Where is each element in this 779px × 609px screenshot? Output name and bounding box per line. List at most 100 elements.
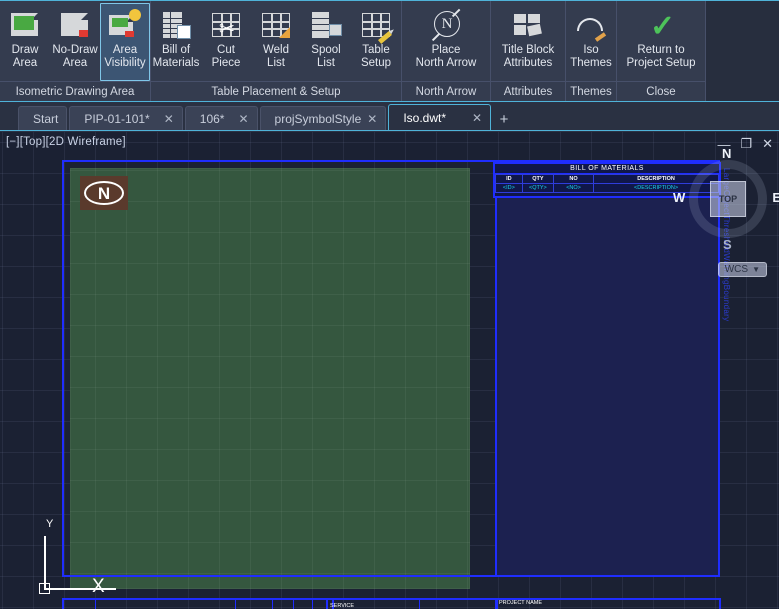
compass-north-label: N [722, 146, 732, 161]
tab-close-icon[interactable]: ✕ [367, 112, 377, 126]
return-to-project-setup-button[interactable]: ✓ Return to Project Setup [617, 3, 705, 81]
tab-iso-dwt[interactable]: Iso.dwt* ✕ [388, 104, 492, 130]
no-draw-area-label: No-Draw Area [52, 44, 98, 69]
place-north-arrow-label: Place North Arrow [415, 44, 477, 69]
close-icon[interactable]: ✕ [762, 136, 773, 152]
tab-label: projSymbolStyle [274, 111, 362, 126]
title-block-attributes-icon [511, 8, 545, 42]
bom-cell-qty: <QTY> [521, 183, 554, 193]
ribbon-panel-body: Iso Themes [566, 1, 616, 81]
compass-west-label: W [673, 190, 686, 205]
ribbon-empty-area [706, 1, 779, 101]
title-block-table[interactable]: PROJECT NAME TITLE DRAWING NUMBER LINE N… [495, 598, 721, 609]
title-block-row-project: PROJECT NAME [497, 600, 719, 609]
area-visibility-button[interactable]: Area Visibility [100, 3, 150, 81]
tab-label: PIP-01-101* [84, 111, 150, 126]
iso-themes-icon [574, 8, 608, 42]
title-block-attributes-button[interactable]: Title Block Attributes [491, 3, 565, 81]
view-cube[interactable]: TOP N E S W [673, 146, 779, 252]
no-draw-area-button[interactable]: No-Draw Area [50, 3, 100, 81]
tab-106[interactable]: 106* ✕ [184, 106, 258, 130]
tab-close-icon[interactable]: ✕ [164, 112, 174, 126]
ucs-origin-marker [39, 583, 50, 594]
compass-east-label: E [772, 190, 779, 205]
chevron-down-icon: ▼ [752, 265, 760, 274]
ribbon-panel-close: ✓ Return to Project Setup Close [617, 1, 706, 101]
bill-of-materials-label: Bill of Materials [152, 44, 200, 69]
ribbon-panel-title-isometric-drawing-area: Isometric Drawing Area [0, 81, 150, 101]
no-draw-area-icon [58, 8, 92, 42]
ribbon-panel-attributes: Title Block Attributes Attributes [491, 1, 566, 101]
application-window: Draw Area No-Draw Area Area Visibility I… [0, 0, 779, 609]
table-setup-button[interactable]: Table Setup [351, 3, 401, 81]
tab-start[interactable]: Start [18, 106, 68, 130]
area-visibility-label: Area Visibility [104, 44, 146, 69]
area-visibility-icon [108, 8, 142, 42]
title-block-attributes-label: Title Block Attributes [501, 44, 555, 69]
place-north-arrow-button[interactable]: N Place North Arrow [402, 3, 490, 81]
tab-projsymbolstyle[interactable]: projSymbolStyle ✕ [259, 106, 387, 130]
weld-list-button[interactable]: Weld List [251, 3, 301, 81]
draw-area-icon [8, 8, 42, 42]
bom-header-row: ID QTY NO DESCRIPTION [495, 174, 719, 184]
bill-of-materials-icon [159, 8, 193, 42]
ribbon-panel-north-arrow: N Place North Arrow North Arrow [402, 1, 491, 101]
bom-header-id: ID [495, 174, 523, 184]
ribbon-panel-body: Bill of Materials ✂ Cut Piece Weld List … [151, 1, 401, 81]
tab-close-icon[interactable]: ✕ [238, 112, 248, 126]
iso-themes-label: Iso Themes [570, 44, 612, 69]
ribbon-toolbar: Draw Area No-Draw Area Area Visibility I… [0, 0, 779, 102]
view-cube-top-face[interactable]: TOP [710, 181, 746, 217]
tab-pip-01-101[interactable]: PIP-01-101* ✕ [69, 106, 183, 130]
north-arrow-icon: N [429, 8, 463, 42]
ribbon-panel-isometric-drawing-area: Draw Area No-Draw Area Area Visibility I… [0, 1, 151, 101]
sheet-border-inner-left [62, 160, 497, 577]
bom-cell-id: <ID> [495, 183, 523, 193]
bom-cell-no: <NO> [552, 183, 595, 193]
draw-area-button[interactable]: Draw Area [0, 3, 50, 81]
viewport-config-label[interactable]: [−][Top][2D Wireframe] [6, 136, 126, 148]
ribbon-panel-table-placement-setup: Bill of Materials ✂ Cut Piece Weld List … [151, 1, 402, 101]
ucs-selector-label: WCS [724, 264, 749, 275]
cut-piece-label: Cut Piece [211, 44, 241, 69]
cut-piece-button[interactable]: ✂ Cut Piece [201, 3, 251, 81]
ribbon-panel-body: N Place North Arrow [402, 1, 490, 81]
weld-list-icon [259, 8, 293, 42]
return-check-icon: ✓ [650, 10, 676, 43]
spool-list-icon [309, 8, 343, 42]
tab-close-icon[interactable]: ✕ [472, 111, 482, 125]
tab-label: 106* [199, 111, 225, 126]
spool-list-button[interactable]: Spool List [301, 3, 351, 81]
ribbon-panel-title-close: Close [617, 81, 705, 101]
ucs-selector-dropdown[interactable]: WCS ▼ [717, 262, 767, 277]
ribbon-panel-body: Title Block Attributes [491, 1, 565, 81]
weld-list-label: Weld List [263, 44, 289, 69]
draw-area-label: Draw Area [11, 44, 39, 69]
ribbon-panel-themes: Iso Themes Themes [566, 1, 617, 101]
ucs-x-label: X [92, 576, 105, 597]
bom-title: BILL OF MATERIALS [495, 164, 719, 174]
new-tab-button[interactable]: + [493, 108, 515, 130]
table-row: SERVICE [328, 600, 496, 609]
iso-themes-button[interactable]: Iso Themes [566, 3, 616, 81]
bill-of-materials-table[interactable]: BILL OF MATERIALS ID QTY NO DESCRIPTION … [493, 162, 721, 198]
tab-label: Start [33, 111, 59, 126]
ribbon-panel-title-table-placement-setup: Table Placement & Setup [151, 81, 401, 101]
bom-header-no: NO [552, 174, 595, 184]
ribbon-panel-body: Draw Area No-Draw Area Area Visibility [0, 1, 150, 81]
document-tab-bar: Start PIP-01-101* ✕ 106* ✕ projSymbolSty… [0, 103, 779, 131]
ribbon-panel-title-themes: Themes [566, 81, 616, 101]
ucs-y-axis [44, 536, 46, 590]
spool-list-label: Spool List [311, 44, 341, 69]
pipe-spec-table[interactable]: SERVICE PIPE SPEC MAX PRESSURE MAX TEMPE… [326, 598, 498, 609]
compass-south-label: S [723, 237, 732, 252]
spec-label-service: SERVICE [328, 600, 421, 609]
bill-of-materials-button[interactable]: Bill of Materials [151, 3, 201, 81]
drawing-viewport[interactable]: [−][Top][2D Wireframe] — ❐ ✕ N BILL OF M… [0, 132, 779, 609]
title-block-label-project-name: PROJECT NAME [499, 600, 542, 606]
ribbon-panel-title-attributes: Attributes [491, 81, 565, 101]
cut-piece-icon: ✂ [209, 8, 243, 42]
ucs-x-axis [44, 588, 116, 590]
spec-value-service[interactable] [420, 600, 496, 609]
restore-icon[interactable]: ❐ [740, 136, 752, 152]
